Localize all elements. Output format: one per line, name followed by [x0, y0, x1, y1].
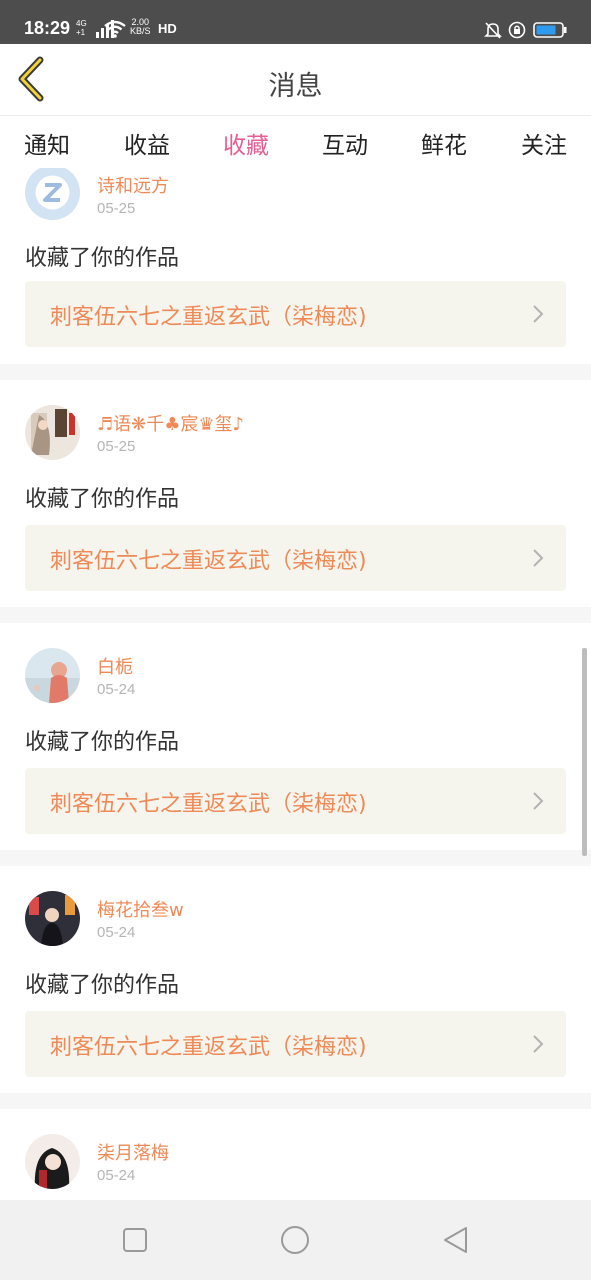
wifi-icon — [104, 20, 126, 38]
work-title: 刺客伍六七之重返玄武（柒梅恋) — [50, 1035, 367, 1060]
date: 05-25 — [97, 438, 136, 455]
chevron-right-icon — [533, 792, 544, 810]
tab-favorites[interactable]: 收藏 — [206, 126, 286, 174]
avatar[interactable] — [25, 891, 80, 946]
avatar[interactable] — [25, 1134, 80, 1189]
network-type: 4G +1 — [76, 19, 87, 37]
title-bar: 消息 — [0, 44, 591, 116]
triangle-back-icon[interactable] — [441, 1225, 471, 1255]
avatar[interactable] — [25, 648, 80, 703]
circle-icon[interactable] — [280, 1225, 310, 1255]
divider — [0, 607, 591, 623]
work-link[interactable]: 刺客伍六七之重返玄武（柒梅恋) — [25, 768, 566, 834]
tab-earnings[interactable]: 收益 — [107, 126, 187, 160]
chevron-right-icon — [533, 305, 544, 323]
work-link[interactable]: 刺客伍六七之重返玄武（柒梅恋) — [25, 281, 566, 347]
username[interactable]: 梅花拾叁w — [97, 896, 184, 922]
date: 05-25 — [97, 200, 136, 217]
action-text: 收藏了你的作品 — [25, 730, 180, 755]
chevron-right-icon — [533, 549, 544, 567]
list-item: 梅花拾叁w 05-24 收藏了你的作品 刺客伍六七之重返玄武（柒梅恋) — [0, 866, 591, 1094]
scrollbar[interactable] — [582, 648, 587, 856]
avatar-image-icon — [25, 648, 80, 703]
list-item: 白栀 05-24 收藏了你的作品 刺客伍六七之重返玄武（柒梅恋) — [0, 623, 591, 851]
list-item: ♬语❋千♣宸♛玺♪ 05-25 收藏了你的作品 刺客伍六七之重返玄武（柒梅恋) — [0, 380, 591, 608]
username[interactable]: ♬语❋千♣宸♛玺♪ — [97, 410, 244, 436]
username[interactable]: 柒月落梅 — [97, 1139, 169, 1165]
network-speed: 2.00 KB/S — [130, 17, 151, 36]
date: 05-24 — [97, 681, 136, 698]
divider — [0, 850, 591, 866]
action-text: 收藏了你的作品 — [25, 246, 180, 271]
username[interactable]: 白栀 — [97, 653, 133, 679]
date: 05-24 — [97, 1167, 136, 1184]
work-title: 刺客伍六七之重返玄武（柒梅恋) — [50, 305, 367, 330]
rotation-lock-icon — [508, 21, 526, 39]
bell-muted-icon — [484, 22, 502, 39]
work-title: 刺客伍六七之重返玄武（柒梅恋) — [50, 792, 367, 817]
date: 05-24 — [97, 924, 136, 941]
tab-notice[interactable]: 通知 — [7, 126, 87, 160]
avatar-image-icon — [25, 1134, 80, 1189]
avatar[interactable] — [25, 168, 80, 220]
status-bar: 18:29 4G +1 2.00 KB/S HD — [0, 0, 591, 44]
square-icon[interactable] — [120, 1225, 150, 1255]
message-feed[interactable]: 诗和远方 05-25 收藏了你的作品 刺客伍六七之重返玄武（柒梅恋) ♬语❋千♣… — [0, 168, 591, 1200]
list-item: 诗和远方 05-25 收藏了你的作品 刺客伍六七之重返玄武（柒梅恋) — [0, 168, 591, 348]
avatar-image-icon — [25, 891, 80, 946]
action-text: 收藏了你的作品 — [25, 487, 180, 512]
system-nav-bar — [0, 1200, 591, 1280]
divider — [0, 1093, 591, 1109]
tab-bar: 通知 收益 收藏 互动 鲜花 关注 — [0, 116, 591, 174]
work-title: 刺客伍六七之重返玄武（柒梅恋) — [50, 549, 367, 574]
work-link[interactable]: 刺客伍六七之重返玄武（柒梅恋) — [25, 1011, 566, 1077]
status-time: 18:29 — [24, 18, 71, 38]
avatar-image-icon — [25, 405, 80, 460]
chevron-right-icon — [533, 1035, 544, 1053]
divider — [0, 364, 591, 380]
username[interactable]: 诗和远方 — [97, 172, 169, 198]
tab-flowers[interactable]: 鲜花 — [404, 126, 484, 160]
hd-badge: HD — [158, 21, 177, 36]
page-title: 消息 — [268, 71, 323, 102]
qq-avatar-icon — [25, 168, 80, 220]
tab-interaction[interactable]: 互动 — [305, 126, 385, 160]
work-link[interactable]: 刺客伍六七之重返玄武（柒梅恋) — [25, 525, 566, 591]
avatar[interactable] — [25, 405, 80, 460]
battery-icon — [533, 22, 567, 38]
action-text: 收藏了你的作品 — [25, 973, 180, 998]
list-item: 柒月落梅 05-24 — [0, 1109, 591, 1200]
tab-follow[interactable]: 关注 — [504, 126, 584, 160]
